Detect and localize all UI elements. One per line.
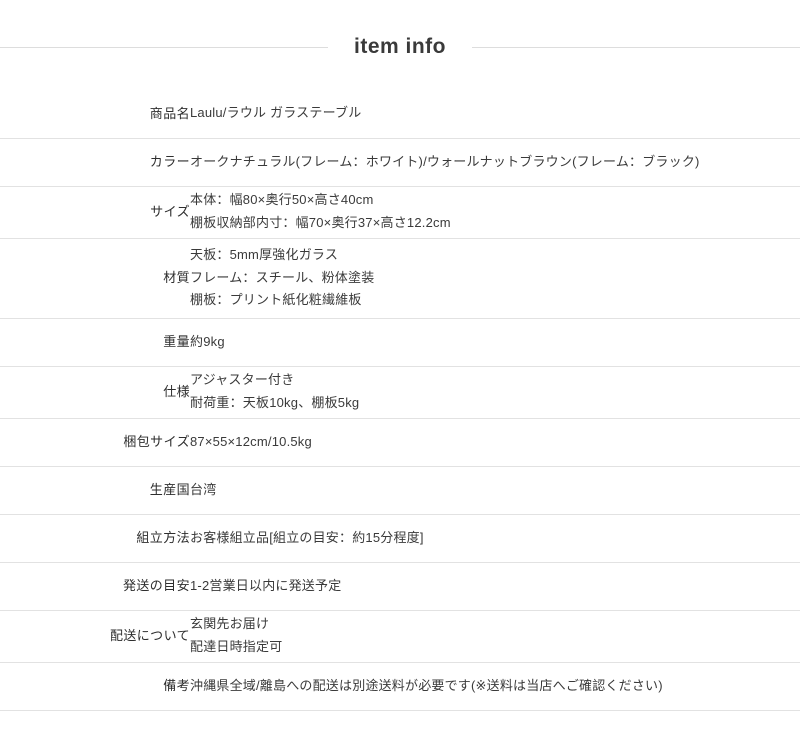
spec-value-delivery-info: 玄関先お届け 配達日時指定可 [190,610,800,662]
spec-value-specification: アジャスター付き 耐荷重：天板10kg、棚板5kg [190,366,800,418]
table-row: 商品名 Laulu/ラウル ガラステーブル [0,90,800,138]
spec-value-shipping-estimate: 1-2営業日以内に発送予定 [190,562,800,610]
table-row: 備考 沖縄県全域/離島への配送は別途送料が必要です(※送料は当店へご確認ください… [0,662,800,710]
value-line: 本体：幅80×奥行50×高さ40cm [190,192,374,208]
spec-label-assembly-method: 組立方法 [136,530,190,546]
value-line: フレーム：スチール、粉体塗装 [190,269,375,285]
spec-label-size: サイズ [150,204,190,220]
spec-value-product-name: Laulu/ラウル ガラステーブル [190,90,800,138]
table-row: 配送について 玄関先お届け 配達日時指定可 [0,610,800,662]
table-row: 組立方法 お客様組立品[組立の目安：約15分程度] [0,514,800,562]
value-line: 台湾 [190,481,217,497]
value-line: 玄関先お届け [190,616,270,632]
value-line: お客様組立品[組立の目安：約15分程度] [190,529,424,545]
value-line: 87×55×12cm/10.5kg [190,433,312,449]
value-line: オークナチュラル(フレーム：ホワイト)/ウォールナットブラウン(フレーム：ブラッ… [190,153,700,169]
spec-value-country-of-origin: 台湾 [190,466,800,514]
spec-value-assembly-method: お客様組立品[組立の目安：約15分程度] [190,514,800,562]
spec-value-weight: 約9kg [190,318,800,366]
section-header: item info [0,30,800,64]
header-rule-left [0,46,328,48]
spec-label-weight: 重量 [163,334,190,350]
table-row: 発送の目安 1-2営業日以内に発送予定 [0,562,800,610]
spec-value-color: オークナチュラル(フレーム：ホワイト)/ウォールナットブラウン(フレーム：ブラッ… [190,138,800,186]
value-line: 配達日時指定可 [190,639,283,654]
spec-table-body: 商品名 Laulu/ラウル ガラステーブル カラー オークナチュラル(フレーム：… [0,90,800,710]
spec-label-product-name: 商品名 [149,106,190,121]
spec-value-material: 天板：5mm厚強化ガラス フレーム：スチール、粉体塗装 棚板：プリント紙化粧繊維… [190,238,800,318]
spec-label-package-size: 梱包サイズ [123,434,190,450]
value-line: アジャスター付き [190,372,295,388]
value-line: 棚板：プリント紙化粧繊維板 [190,292,362,308]
spec-value-remarks: 沖縄県全域/離島への配送は別途送料が必要です(※送料は当店へご確認ください) [190,662,800,710]
value-line: 耐荷重：天板10kg、棚板5kg [190,395,360,410]
table-row: サイズ 本体：幅80×奥行50×高さ40cm 棚板収納部内寸：幅70×奥行37×… [0,186,800,238]
spec-label-shipping-estimate: 発送の目安 [122,578,190,594]
spec-label-color: カラー [149,154,190,170]
spec-label-delivery-info: 配送について [109,628,190,644]
item-info-page: item info 商品名 Laulu/ラウル ガラステーブル カラー オークナ… [0,30,800,745]
table-row: 仕様 アジャスター付き 耐荷重：天板10kg、棚板5kg [0,366,800,418]
value-line: 約9kg [190,333,225,349]
page-title: item info [354,35,446,58]
spec-table: 商品名 Laulu/ラウル ガラステーブル カラー オークナチュラル(フレーム：… [0,90,800,711]
spec-label-material: 材質 [163,270,190,286]
table-row: 梱包サイズ 87×55×12cm/10.5kg [0,418,800,466]
table-row: 重量 約9kg [0,318,800,366]
value-line: 1-2営業日以内に発送予定 [190,577,342,593]
spec-label-remarks: 備考 [163,678,190,694]
table-row: 生産国 台湾 [0,466,800,514]
spec-value-package-size: 87×55×12cm/10.5kg [190,418,800,466]
table-row: 材質 天板：5mm厚強化ガラス フレーム：スチール、粉体塗装 棚板：プリント紙化… [0,238,800,318]
header-rule-right [472,46,800,48]
value-line: 棚板収納部内寸：幅70×奥行37×高さ12.2cm [190,215,451,230]
value-line: Laulu/ラウル ガラステーブル [190,105,362,121]
spec-label-country-of-origin: 生産国 [149,482,190,498]
value-line: 沖縄県全域/離島への配送は別途送料が必要です(※送料は当店へご確認ください) [190,677,663,693]
spec-label-specification: 仕様 [163,384,190,400]
spec-value-size: 本体：幅80×奥行50×高さ40cm 棚板収納部内寸：幅70×奥行37×高さ12… [190,186,800,238]
table-row: カラー オークナチュラル(フレーム：ホワイト)/ウォールナットブラウン(フレーム… [0,138,800,186]
value-line: 天板：5mm厚強化ガラス [190,246,339,262]
